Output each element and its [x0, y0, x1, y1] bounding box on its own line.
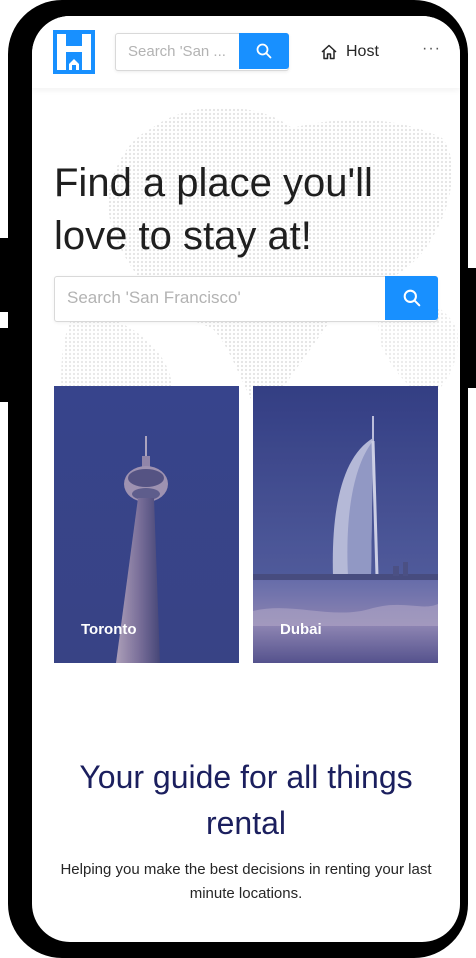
city-card-dubai[interactable]: Dubai	[253, 386, 438, 663]
guide-title: Your guide for all things rental	[79, 759, 413, 841]
main-search-box	[54, 276, 438, 322]
main-search-input[interactable]	[55, 277, 377, 319]
header-search-button[interactable]	[239, 33, 289, 69]
host-label: Host	[346, 43, 379, 60]
home-icon	[321, 44, 337, 60]
guide-description: Helping you make the best decisions in r…	[60, 861, 432, 902]
city-card-toronto[interactable]: Toronto	[54, 386, 239, 663]
phone-screen: Host ··· Find a place you'll love to sta…	[32, 16, 460, 942]
header-search-box	[115, 33, 289, 71]
top-navbar: Host ···	[32, 16, 460, 88]
city-name: Dubai	[280, 621, 322, 638]
host-link[interactable]: Host	[320, 42, 379, 62]
search-icon	[403, 289, 420, 307]
logo-icon[interactable]	[53, 30, 95, 74]
hero-title: Find a place you'll love to stay at!	[54, 161, 373, 258]
main-search-button[interactable]	[385, 276, 438, 320]
city-name: Toronto	[81, 621, 137, 638]
phone-frame: Host ··· Find a place you'll love to sta…	[8, 0, 468, 958]
search-icon	[256, 43, 272, 59]
more-icon[interactable]: ···	[422, 40, 441, 58]
header-search-input[interactable]	[116, 34, 240, 68]
